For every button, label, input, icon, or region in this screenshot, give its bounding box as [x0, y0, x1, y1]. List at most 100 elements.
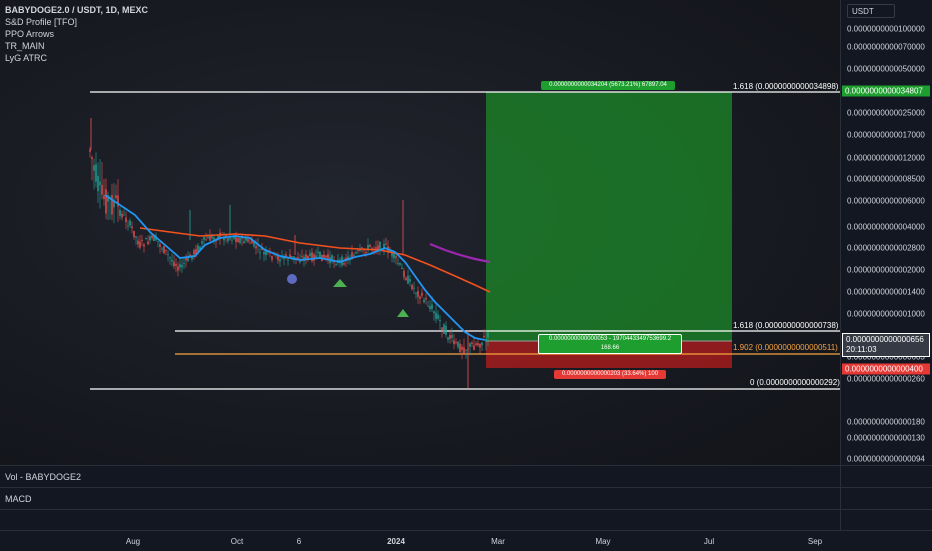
candle-body	[473, 345, 475, 351]
candle-body	[409, 279, 411, 282]
price-axis[interactable]: 0.0000000000100000 0.0000000000070000 0.00…	[840, 0, 932, 465]
candle-body	[425, 297, 427, 300]
candle-body	[353, 254, 355, 256]
candle-body	[447, 337, 449, 340]
price-tick: 0.0000000000100000	[847, 24, 925, 34]
candle-body	[151, 235, 153, 239]
indicator-ppo-arrows[interactable]: PPO Arrows	[5, 29, 54, 39]
candle-body	[201, 241, 203, 244]
ema-slow-line	[139, 227, 491, 293]
candle-body	[149, 236, 151, 241]
candle-body	[471, 342, 473, 345]
price-tick: 0.0000000000008500	[847, 174, 925, 184]
candle-body	[265, 251, 267, 256]
candle-body	[137, 240, 139, 245]
candle-body	[183, 263, 185, 265]
empty-pane-axis	[840, 509, 932, 530]
symbol-title[interactable]: BABYDOGE2.0 / USDT, 1D, MEXC	[5, 5, 148, 15]
up-arrow-marker	[333, 279, 347, 287]
candle-body	[317, 251, 319, 253]
candle-body	[91, 157, 93, 160]
stop-label: 0.0000000000000203 (33.64%) 100	[554, 370, 666, 379]
indicator-tr-main[interactable]: TR_MAIN	[5, 41, 45, 51]
candle-body	[159, 244, 161, 247]
candle-body	[449, 334, 451, 339]
candle-body	[213, 237, 215, 240]
volume-pane[interactable]: Vol - BABYDOGE2	[0, 465, 840, 487]
candles	[89, 118, 489, 388]
candle-body	[121, 213, 123, 218]
time-label-may: May	[595, 537, 611, 546]
candle-body	[287, 259, 289, 261]
price-tick: 0.0000000000070000	[847, 42, 925, 52]
candle-body	[169, 257, 171, 259]
candle-body	[119, 210, 121, 216]
candle-body	[193, 250, 195, 255]
candle-body	[239, 237, 241, 243]
price-tick: 0.0000000000001400	[847, 287, 925, 297]
fib-label-orange: 1.902 (0.0000000000000511)	[733, 343, 838, 352]
indicator-sd-profile[interactable]: S&D Profile [TFO]	[5, 17, 77, 27]
target-price-tag: 0.0000000000034807	[842, 85, 930, 97]
candle-body	[395, 256, 397, 258]
candle-body	[481, 342, 483, 346]
candle-body	[325, 255, 327, 258]
candle-body	[115, 195, 117, 199]
candle-body	[419, 296, 421, 299]
candle-body	[103, 195, 105, 200]
time-label-2024: 2024	[387, 537, 405, 546]
candle-body	[327, 254, 329, 259]
candle-body	[259, 252, 261, 254]
price-chart[interactable]	[0, 0, 840, 465]
price-tick: 0.0000000000001000	[847, 309, 925, 319]
candle-body	[459, 343, 461, 353]
stop-price-tag: 0.0000000000000400	[842, 363, 930, 375]
candle-body	[427, 305, 429, 307]
candle-body	[469, 343, 471, 347]
candle-body	[125, 217, 127, 223]
currency-button[interactable]: USDT	[847, 4, 895, 18]
macd-pane[interactable]: MACD	[0, 487, 840, 509]
fib-label-mid: 1.618 (0.0000000000000738)	[733, 321, 839, 330]
candle-body	[441, 327, 443, 330]
target-zone	[486, 92, 732, 341]
candle-body	[165, 249, 167, 251]
indicator-lyg-atrc[interactable]: LyG ATRC	[5, 53, 47, 63]
candle-body	[141, 239, 143, 241]
volume-pane-title: Vol - BABYDOGE2	[5, 472, 82, 482]
candle-body	[177, 266, 179, 271]
current-price-tag: 0.0000000000000656 20:11:03	[842, 333, 930, 357]
purple-line	[429, 242, 491, 264]
price-tick: 0.0000000000025000	[847, 108, 925, 118]
position-center-label[interactable]: 0.0000000000000053 - 1970443349753699.2 …	[538, 334, 682, 354]
candle-body	[231, 239, 233, 241]
candle-body	[397, 263, 399, 265]
candle-body	[343, 263, 345, 265]
candle-body	[399, 263, 401, 265]
fib-label-zero: 0 (0.0000000000000292)	[750, 378, 840, 387]
time-label-oct: Oct	[230, 537, 244, 546]
time-axis[interactable]: Aug Oct 6 2024 Mar May Jul Sep	[0, 530, 932, 551]
price-tick: 0.0000000000006000	[847, 196, 925, 206]
time-label-mar: Mar	[491, 537, 505, 546]
volume-pane-axis	[840, 465, 932, 487]
candle-body	[435, 312, 437, 319]
empty-pane	[0, 509, 840, 530]
candle-body	[279, 259, 281, 262]
candle-body	[313, 254, 315, 261]
candle-body	[355, 252, 357, 254]
price-tick: 0.0000000000000094	[847, 454, 925, 464]
ema-fast-line	[104, 194, 486, 341]
candle-body	[463, 347, 465, 354]
candle-body	[139, 241, 141, 248]
candle-body	[89, 149, 91, 152]
price-tick: 0.0000000000000130	[847, 433, 925, 443]
candle-body	[271, 256, 273, 260]
candle-body	[405, 277, 407, 280]
candle-body	[147, 241, 149, 245]
chart-area[interactable]: BABYDOGE2.0 / USDT, 1D, MEXC S&D Profile…	[0, 0, 840, 465]
price-tick: 0.0000000000017000	[847, 130, 925, 140]
candle-body	[311, 252, 313, 262]
candle-body	[233, 236, 235, 239]
candle-body	[111, 195, 113, 215]
